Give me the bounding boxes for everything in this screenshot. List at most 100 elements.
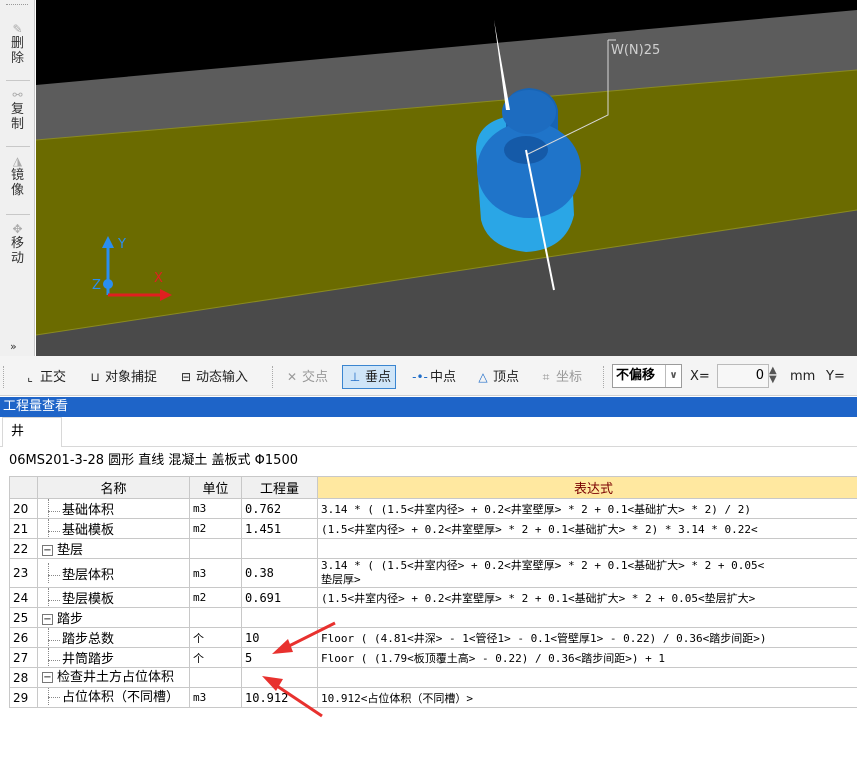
vertex-label: 顶点 <box>493 370 520 385</box>
table-row[interactable]: 26 踏步总数 个 10 Floor ( (4.81<井深> - 1<管径1> … <box>9 627 857 648</box>
object-snap-label: 对象捕捉 <box>105 370 158 385</box>
item-name: 垫层体积 <box>37 558 190 588</box>
delete-button[interactable]: ✎ 删除 <box>0 22 35 66</box>
header-name[interactable]: 名称 <box>37 476 190 499</box>
header-quantity[interactable]: 工程量 <box>241 476 318 499</box>
axis-y-label: Y <box>117 237 126 252</box>
table-row[interactable]: 25 − 踏步 <box>9 607 857 628</box>
toolbar-divider <box>6 80 30 81</box>
x-spinner[interactable]: ▲ ▼ <box>769 366 777 385</box>
object-snap-button[interactable]: ⊔ 对象捕捉 <box>87 366 157 388</box>
table-row[interactable]: 28 − 检查井土方占位体积 <box>9 667 857 688</box>
vertex-icon: △ <box>478 370 488 384</box>
pipe-label: W(N)25 <box>611 43 660 58</box>
toolbar-separator <box>603 366 604 388</box>
item-quantity: 10 <box>241 627 318 648</box>
collapse-toggle-icon[interactable]: − <box>42 614 53 625</box>
collapse-toggle-icon[interactable]: − <box>42 671 53 683</box>
y-label: Y= <box>826 369 845 384</box>
eraser-icon: ✎ <box>12 22 23 36</box>
quantity-table: 名称 单位 工程量 表达式 20 基础体积 m3 0.762 3.14 * ( … <box>9 476 857 708</box>
object-snap-icon: ⊔ <box>90 370 100 384</box>
axis-z-label: Z <box>92 278 101 293</box>
item-quantity: 1.451 <box>241 518 318 539</box>
table-row[interactable]: 20 基础体积 m3 0.762 3.14 * ( (1.5<井室内径> + 0… <box>9 498 857 519</box>
table-row[interactable]: 27 井筒踏步 个 5 Floor ( (1.79<板顶覆土高> - 0.22)… <box>9 647 857 668</box>
table-row[interactable]: 24 垫层模板 m2 0.691 (1.5<井室内径> + 0.2<井室壁厚> … <box>9 587 857 608</box>
chevron-double-down-icon[interactable]: » <box>10 340 17 353</box>
move-button[interactable]: ✥ 移动 <box>0 222 35 266</box>
item-quantity <box>241 607 318 628</box>
vertex-button[interactable]: △ 顶点 <box>475 366 519 388</box>
item-unit: m2 <box>189 587 242 608</box>
component-spec: 06MS201-3-28 圆形 直线 混凝土 盖板式 Φ1500 <box>9 453 298 468</box>
item-quantity: 0.38 <box>241 558 318 588</box>
dynamic-input-icon: ⊟ <box>180 370 192 384</box>
mirror-button[interactable]: ◮ 镜像 <box>0 154 35 198</box>
toolbar-divider <box>6 146 30 147</box>
mirror-label: 镜像 <box>10 168 24 198</box>
group-name-text: 垫层 <box>57 543 84 558</box>
coordinate-button[interactable]: ⌗ 坐标 <box>538 366 582 388</box>
tree-connector <box>40 588 62 607</box>
header-expression[interactable]: 表达式 <box>317 476 857 499</box>
table-row[interactable]: 23 垫层体积 m3 0.38 3.14 * ( (1.5<井室内径> + 0.… <box>9 558 857 588</box>
toolbar-separator <box>272 366 273 388</box>
tree-connector <box>40 628 62 647</box>
item-name: 踏步总数 <box>37 627 190 648</box>
tab-well[interactable]: 井 <box>2 417 62 447</box>
item-unit <box>189 607 242 628</box>
midpoint-label: 中点 <box>430 370 457 385</box>
group-name: − 检查井土方占位体积 <box>37 667 190 688</box>
group-name: − 踏步 <box>37 607 190 628</box>
header-unit[interactable]: 单位 <box>189 476 242 499</box>
item-name-text: 基础模板 <box>62 523 115 538</box>
header-index <box>9 476 38 499</box>
table-row[interactable]: 22 − 垫层 <box>9 538 857 559</box>
item-expression: 3.14 * ( (1.5<井室内径> + 0.2<井室壁厚> * 2 + 0.… <box>317 558 857 588</box>
midpoint-button[interactable]: -•- 中点 <box>412 366 456 388</box>
ortho-button[interactable]: ⌞ 正交 <box>22 366 66 388</box>
item-unit: m3 <box>189 687 242 708</box>
perpendicular-button[interactable]: ⊥ 垂点 <box>342 365 397 389</box>
intersection-button[interactable]: ✕ 交点 <box>284 366 328 388</box>
mirror-icon: ◮ <box>12 154 23 168</box>
item-expression <box>317 538 857 559</box>
item-quantity: 0.762 <box>241 498 318 519</box>
item-name: 占位体积（不同槽） <box>37 687 190 708</box>
x-label: X= <box>690 369 710 384</box>
expression-line-1: 3.14 * ( (1.5<井室内径> + 0.2<井室壁厚> * 2 + 0.… <box>321 559 765 573</box>
collapse-toggle-icon[interactable]: − <box>42 545 53 556</box>
copy-label: 复制 <box>10 102 24 132</box>
offset-select[interactable]: 不偏移 ∨ <box>612 364 682 388</box>
dynamic-input-button[interactable]: ⊟ 动态输入 <box>178 366 248 388</box>
item-name: 垫层模板 <box>37 587 190 608</box>
item-unit <box>189 667 242 688</box>
row-number: 29 <box>9 687 38 708</box>
3d-viewport[interactable]: W(N)25 Y X Z <box>36 0 857 356</box>
row-number: 23 <box>9 558 38 588</box>
row-number: 25 <box>9 607 38 628</box>
chevron-down-icon[interactable]: ∨ <box>665 365 681 387</box>
tree-connector <box>40 563 62 583</box>
x-coordinate-input[interactable]: 0 <box>717 364 769 388</box>
group-name: − 垫层 <box>37 538 190 559</box>
table-header-row: 名称 单位 工程量 表达式 <box>9 476 857 499</box>
perpendicular-icon: ⊥ <box>349 370 361 384</box>
copy-button[interactable]: ⚯ 复制 <box>0 88 35 132</box>
ortho-icon: ⌞ <box>27 370 33 384</box>
tree-connector <box>40 688 62 705</box>
item-unit: 个 <box>189 627 242 648</box>
item-name-text: 井筒踏步 <box>62 652 115 667</box>
toolbar-grip[interactable] <box>6 4 28 7</box>
group-name-text: 检查井土方占位体积 <box>57 669 175 685</box>
table-row[interactable]: 29 占位体积（不同槽） m3 10.912 10.912<占位体积（不同槽）> <box>9 687 857 708</box>
item-unit: 个 <box>189 647 242 668</box>
item-expression <box>317 667 857 688</box>
table-row[interactable]: 21 基础模板 m2 1.451 (1.5<井室内径> + 0.2<井室壁厚> … <box>9 518 857 539</box>
dynamic-input-label: 动态输入 <box>196 370 249 385</box>
item-expression: 3.14 * ( (1.5<井室内径> + 0.2<井室壁厚> * 2 + 0.… <box>317 498 857 519</box>
tree-connector <box>40 499 62 518</box>
move-label: 移动 <box>10 236 24 266</box>
row-number: 22 <box>9 538 38 559</box>
